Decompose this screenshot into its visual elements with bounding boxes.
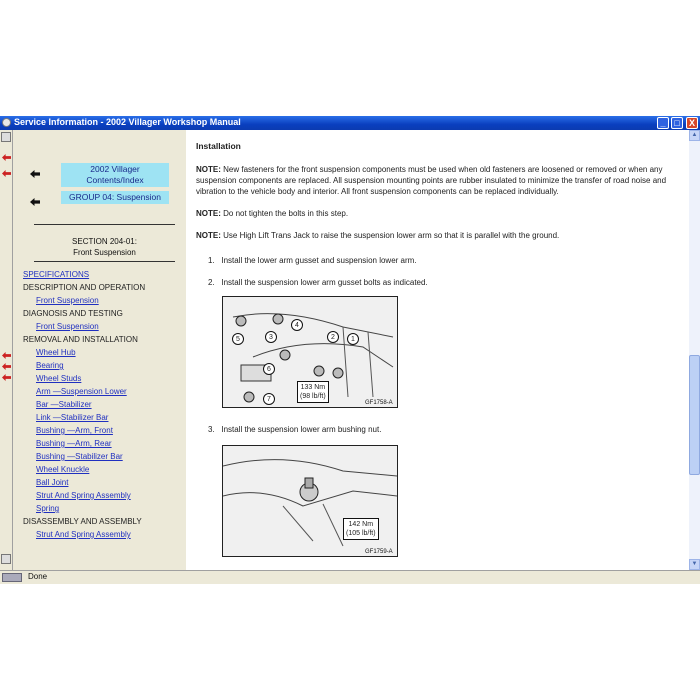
step-number: 3. [208,425,215,434]
toc-link[interactable]: Bushing —Arm, Rear [23,437,145,450]
status-icon [2,573,22,582]
torque-spec-2: 142 Nm (105 lb/ft) [343,518,379,540]
back-icon-2[interactable] [2,170,11,177]
toc-link[interactable]: Bushing —Arm, Front [23,424,145,437]
table-of-contents: SPECIFICATIONS DESCRIPTION AND OPERATION F… [23,268,145,541]
step-2: 2. Install the suspension lower arm guss… [208,277,428,288]
step-1: 1. Install the lower arm gusset and susp… [208,255,417,266]
callout-6: 6 [263,363,275,375]
close-button[interactable]: X [686,117,698,129]
scroll-thumb[interactable] [689,355,700,475]
section-name: Front Suspension [73,248,136,257]
window-title: Service Information - 2002 Villager Work… [14,117,241,127]
note-text: New fasteners for the front suspension c… [196,165,667,196]
print-icon[interactable] [1,554,11,564]
step-text: Install the suspension lower arm bushing… [221,425,382,434]
step-number: 1. [208,256,215,265]
callout-2: 2 [327,331,339,343]
toc-link[interactable]: Bushing —Stabilizer Bar [23,450,145,463]
vertical-scrollbar[interactable]: ▲ ▼ [689,130,700,570]
document-content: Installation NOTE: New fasteners for the… [186,130,689,570]
toc-heading: REMOVAL AND INSTALLATION [23,335,138,344]
note-1: NOTE: New fasteners for the front suspen… [196,164,680,197]
callout-5: 5 [232,333,244,345]
toc-link[interactable]: Arm —Suspension Lower [23,385,145,398]
note-label: NOTE: [196,209,221,218]
toc-heading: DISASSEMBLY AND ASSEMBLY [23,517,142,526]
toc-link[interactable]: SPECIFICATIONS [23,268,145,281]
torque-nm: 133 Nm [300,384,326,391]
nav-icon-2[interactable] [2,363,11,370]
scroll-up-button[interactable]: ▲ [689,130,700,141]
toolbar-frame-icon[interactable] [1,132,11,142]
back-arrow-icon[interactable] [30,170,40,178]
back-icon[interactable] [2,154,11,161]
nav-icon-3[interactable] [2,374,11,381]
maximize-button[interactable]: □ [671,117,683,129]
figure-caption: GF1759-A [365,549,393,555]
note-text: Do not tighten the bolts in this step. [220,209,349,218]
left-toolbar [0,130,13,570]
toc-link[interactable]: Front Suspension [23,320,145,333]
callout-3: 3 [265,331,277,343]
figure-caption: GF1758-A [365,400,393,406]
toc-link[interactable]: Link —Stabilizer Bar [23,411,145,424]
back-arrow-icon[interactable] [30,198,40,206]
section-heading: Installation [196,141,241,151]
callout-4: 4 [291,319,303,331]
navigation-pane: 2002 Villager Contents/Index GROUP 04: S… [13,130,184,570]
step-number: 2. [208,278,215,287]
note-3: NOTE: Use High Lift Trans Jack to raise … [196,230,680,241]
step-3: 3. Install the suspension lower arm bush… [208,424,381,435]
toc-link[interactable]: Bearing [23,359,145,372]
toc-link[interactable]: Wheel Studs [23,372,145,385]
step-text: Install the suspension lower arm gusset … [221,278,428,287]
status-bar: Done [0,570,700,584]
toc-link[interactable]: Bar —Stabilizer [23,398,145,411]
torque-lbft: (98 lb/ft) [300,393,326,400]
app-window: Service Information - 2002 Villager Work… [0,116,700,584]
group-button[interactable]: GROUP 04: Suspension [61,191,169,204]
toc-link[interactable]: Strut And Spring Assembly [23,489,145,502]
toc-link[interactable]: Wheel Knuckle [23,463,145,476]
note-text: Use High Lift Trans Jack to raise the su… [220,231,560,240]
callout-7: 7 [263,393,275,405]
toc-link[interactable]: Strut And Spring Assembly [23,528,145,541]
app-icon [2,118,11,127]
section-number: SECTION 204-01: [72,237,137,246]
torque-spec-1: 133 Nm (98 lb/ft) [297,381,329,403]
contents-index-button[interactable]: 2002 Villager Contents/Index [61,163,169,187]
note-2: NOTE: Do not tighten the bolts in this s… [196,208,680,219]
scroll-down-button[interactable]: ▼ [689,559,700,570]
minimize-button[interactable]: _ [657,117,669,129]
torque-lbft: (105 lb/ft) [346,530,376,537]
title-bar[interactable]: Service Information - 2002 Villager Work… [0,116,700,130]
callout-1: 1 [347,333,359,345]
note-label: NOTE: [196,231,221,240]
note-label: NOTE: [196,165,221,174]
divider [34,261,175,262]
divider [34,224,175,225]
toc-link[interactable]: Front Suspension [23,294,145,307]
toc-link[interactable]: Ball Joint [23,476,145,489]
section-title: SECTION 204-01: Front Suspension [34,236,175,258]
status-text: Done [28,572,48,581]
figure-gusset-bolts: 5 3 4 2 1 6 7 133 Nm (98 lb/ft) GF1758-A [222,296,398,408]
toc-heading: DESCRIPTION AND OPERATION [23,283,146,292]
toc-link[interactable]: Wheel Hub [23,346,145,359]
nav-icon-1[interactable] [2,352,11,359]
toc-link[interactable]: Spring [23,502,145,515]
figure-bushing-nut: 142 Nm (105 lb/ft) GF1759-A [222,445,398,557]
torque-nm: 142 Nm [348,521,374,528]
step-text: Install the lower arm gusset and suspens… [221,256,417,265]
toc-heading: DIAGNOSIS AND TESTING [23,309,123,318]
